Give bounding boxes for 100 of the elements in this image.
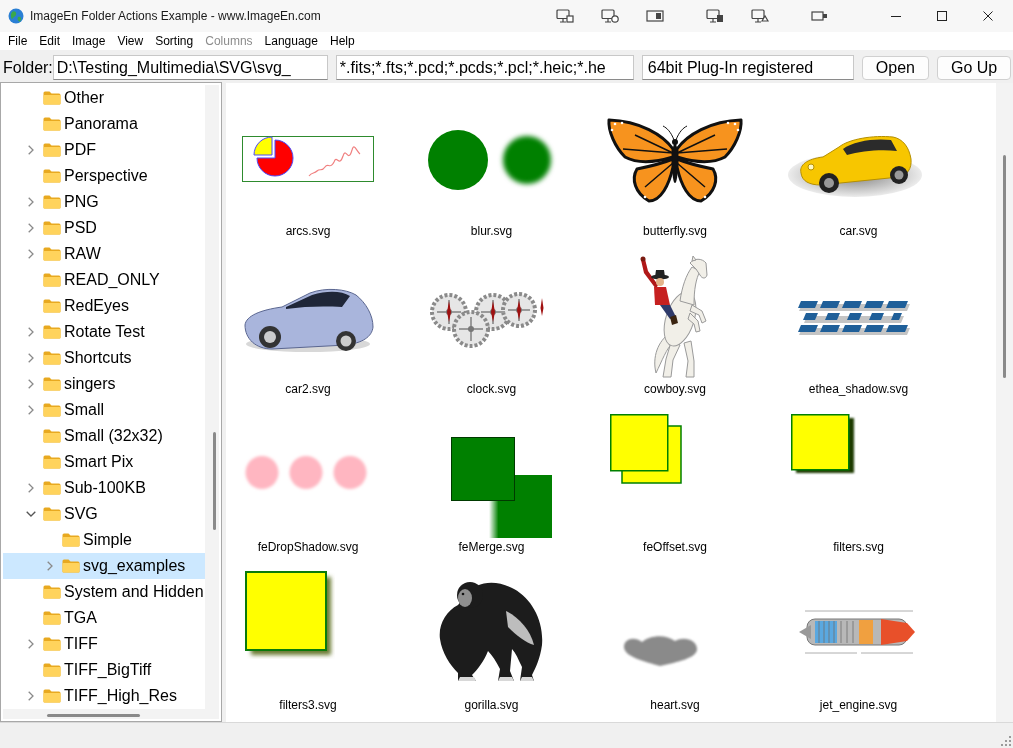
menu-item[interactable]: Image bbox=[66, 32, 112, 50]
scrollbar-thumb[interactable] bbox=[1003, 155, 1006, 378]
folder-icon bbox=[43, 637, 61, 651]
maximize-icon bbox=[937, 11, 947, 21]
toolbar-button[interactable]: Open bbox=[861, 56, 929, 80]
menu-item[interactable]: Help bbox=[323, 32, 361, 50]
tree-item[interactable]: Small (32x32) bbox=[3, 423, 205, 449]
chevron-right-icon[interactable] bbox=[28, 223, 34, 233]
file-name: jet_engine.svg bbox=[819, 697, 898, 714]
folder-icon bbox=[43, 481, 61, 495]
menu-item[interactable]: File bbox=[2, 32, 34, 50]
tree-item[interactable]: Panorama bbox=[3, 111, 205, 137]
toolbar-button[interactable]: Go Up bbox=[936, 56, 1012, 80]
monitor-icon[interactable] bbox=[601, 9, 619, 23]
tree-item[interactable]: TGA bbox=[3, 605, 205, 631]
folder-icon bbox=[43, 455, 61, 469]
folder-icon bbox=[43, 325, 61, 339]
tree-item[interactable]: TIFF_High_Res bbox=[3, 683, 205, 709]
chevron-right-icon[interactable] bbox=[47, 561, 53, 571]
tree-item[interactable]: TIFF bbox=[3, 631, 205, 657]
tree-item[interactable]: PDF bbox=[3, 137, 205, 163]
file-name: filters3.svg bbox=[279, 697, 337, 714]
chevron-right-icon[interactable] bbox=[28, 353, 34, 363]
tree-item[interactable]: Smart Pix bbox=[3, 449, 205, 475]
file-name: butterfly.svg bbox=[643, 223, 707, 240]
pie-chart-drawing[interactable] bbox=[242, 136, 374, 182]
scrollbar-thumb[interactable] bbox=[47, 714, 140, 717]
minimize-icon bbox=[891, 15, 901, 17]
tree-item[interactable]: TIFF_BigTiff bbox=[3, 657, 205, 683]
folder-icon bbox=[43, 351, 61, 365]
folder-icon bbox=[43, 403, 61, 417]
menu-item[interactable]: Edit bbox=[33, 32, 67, 50]
menu-item[interactable]: Sorting bbox=[149, 32, 200, 50]
tree-item[interactable]: Sub-100KB bbox=[3, 475, 205, 501]
folder-icon bbox=[62, 533, 80, 547]
window-panel-icon[interactable] bbox=[811, 9, 829, 23]
menu-item[interactable]: Language bbox=[258, 32, 324, 50]
scrollbar-thumb[interactable] bbox=[213, 432, 216, 530]
folder-icon bbox=[43, 377, 61, 391]
folder-icon bbox=[43, 663, 61, 677]
tree-item[interactable]: RAW bbox=[3, 241, 205, 267]
tree-item[interactable]: Other bbox=[3, 85, 205, 111]
file-name: heart.svg bbox=[650, 697, 700, 714]
monitor-icon[interactable] bbox=[706, 9, 724, 23]
tree-item[interactable]: singers bbox=[3, 371, 205, 397]
chevron-right-icon[interactable] bbox=[28, 197, 34, 207]
tree-item[interactable]: PNG bbox=[3, 189, 205, 215]
resize-grip-icon[interactable] bbox=[1001, 736, 1011, 746]
file-name: feOffset.svg bbox=[643, 539, 707, 556]
tree-item[interactable]: SVG bbox=[3, 501, 205, 527]
tree-item[interactable]: RedEyes bbox=[3, 293, 205, 319]
window-panel-icon[interactable] bbox=[646, 9, 664, 23]
chevron-right-icon[interactable] bbox=[28, 249, 34, 259]
file-filter-field[interactable]: *.fits;*.fts;*.pcd;*.pcds;*.pcl;*.heic;*.he bbox=[335, 55, 634, 80]
status-field[interactable]: 64bit Plug-In registered bbox=[641, 55, 854, 80]
window-title: ImageEn Folder Actions Example - www.ImageEn.com bbox=[30, 9, 321, 23]
squares-drawing[interactable] bbox=[451, 437, 552, 538]
logo-drawing[interactable] bbox=[797, 300, 910, 335]
file-name: cowboy.svg bbox=[644, 381, 706, 398]
folder-icon bbox=[43, 247, 61, 261]
square-with-shadow-drawing[interactable] bbox=[790, 414, 857, 476]
tree-item[interactable]: PSD bbox=[3, 215, 205, 241]
chevron-right-icon[interactable] bbox=[28, 405, 34, 415]
file-name: car.svg bbox=[839, 223, 878, 240]
folder-icon bbox=[43, 585, 61, 599]
file-name: arcs.svg bbox=[285, 223, 331, 240]
folder-icon bbox=[43, 91, 61, 105]
monitor-icon[interactable] bbox=[751, 9, 769, 23]
close-icon bbox=[983, 11, 993, 21]
folder-icon bbox=[43, 299, 61, 313]
tree-item[interactable]: Small bbox=[3, 397, 205, 423]
chevron-right-icon[interactable] bbox=[28, 327, 34, 337]
file-name: feMerge.svg bbox=[458, 539, 525, 556]
chevron-down-icon[interactable] bbox=[26, 511, 36, 517]
folder-icon bbox=[62, 559, 80, 573]
folder-icon bbox=[43, 689, 61, 703]
file-name: filters.svg bbox=[833, 539, 884, 556]
file-name: feDropShadow.svg bbox=[257, 539, 359, 556]
file-name: clock.svg bbox=[466, 381, 517, 398]
tree-item[interactable]: READ_ONLY bbox=[3, 267, 205, 293]
tree-item[interactable]: Shortcuts bbox=[3, 345, 205, 371]
tree-item[interactable]: System and Hidden bbox=[3, 579, 205, 605]
folder-icon bbox=[43, 273, 61, 287]
file-name: car2.svg bbox=[285, 381, 331, 398]
butterfly-drawing[interactable] bbox=[605, 117, 745, 203]
folder-path-field[interactable]: D:\Testing_Multimedia\SVG\svg_ bbox=[52, 55, 328, 80]
chevron-right-icon[interactable] bbox=[28, 379, 34, 389]
globe-icon bbox=[8, 8, 24, 24]
chevron-right-icon[interactable] bbox=[28, 145, 34, 155]
monitor-icon[interactable] bbox=[556, 9, 574, 23]
chevron-right-icon[interactable] bbox=[28, 639, 34, 649]
folder-icon bbox=[43, 611, 61, 625]
tree-item[interactable]: Simple bbox=[3, 527, 205, 553]
chevron-right-icon[interactable] bbox=[28, 691, 34, 701]
chevron-right-icon[interactable] bbox=[28, 483, 34, 493]
tree-item[interactable]: svg_examples bbox=[3, 553, 205, 579]
tree-item[interactable]: Rotate Test bbox=[3, 319, 205, 345]
folder-label: Folder: bbox=[3, 58, 53, 78]
tree-item[interactable]: Perspective bbox=[3, 163, 205, 189]
menu-item[interactable]: View bbox=[111, 32, 150, 50]
